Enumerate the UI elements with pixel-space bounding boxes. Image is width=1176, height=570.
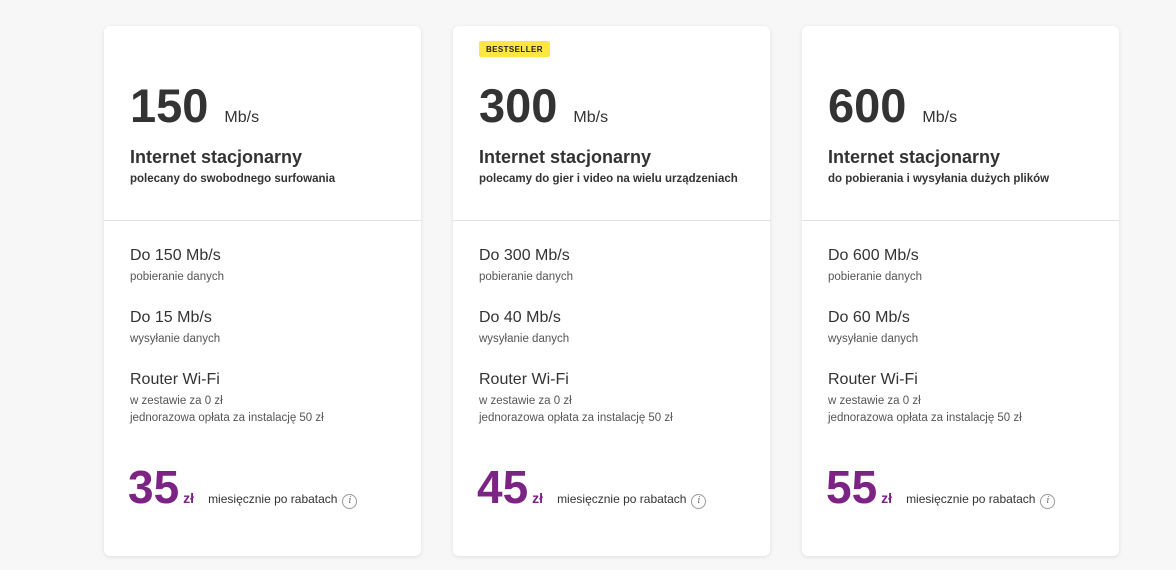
feature-sub: pobieranie danych xyxy=(828,271,922,283)
feature-label: Do 40 Mb/s xyxy=(479,309,561,326)
router-price: w zestawie za 0 zł xyxy=(828,395,921,407)
feature-label: Do 60 Mb/s xyxy=(828,309,910,326)
price-note: miesięcznie po rabatach xyxy=(208,492,338,506)
speed-value: 150 xyxy=(130,79,209,132)
installation-fee: jednorazowa opłata za instalację 50 zł xyxy=(828,412,1022,424)
info-icon[interactable]: i xyxy=(342,494,358,509)
price-row: 55 zł miesięcznie po rabatach i xyxy=(826,461,1056,513)
feature-label: Router Wi-Fi xyxy=(828,371,918,388)
price-note: miesięcznie po rabatach xyxy=(906,492,1036,506)
price-currency: zł xyxy=(881,490,893,506)
price-value: 45 xyxy=(477,461,529,513)
bestseller-badge: BESTSELLER xyxy=(479,41,550,57)
plan-card-300[interactable]: BESTSELLER 300 Mb/s Internet stacjonarny… xyxy=(453,26,770,556)
price-value: 35 xyxy=(128,461,180,513)
speed-row: 300 Mb/s xyxy=(479,82,608,129)
router-price: w zestawie za 0 zł xyxy=(479,395,572,407)
feature-sub: w zestawie za 0 zł jednorazowa opłata za… xyxy=(130,393,324,427)
plan-title: Internet stacjonarny xyxy=(479,147,652,167)
feature-router: Router Wi-Fi w zestawie za 0 zł jednoraz… xyxy=(130,371,324,427)
speed-unit: Mb/s xyxy=(573,109,609,126)
price-row: 35 zł miesięcznie po rabatach i xyxy=(128,461,358,513)
installation-fee: jednorazowa opłata za instalację 50 zł xyxy=(479,412,673,424)
price-currency: zł xyxy=(183,490,195,506)
price-row: 45 zł miesięcznie po rabatach i xyxy=(477,461,707,513)
plan-title: Internet stacjonarny xyxy=(828,147,1001,167)
feature-upload: Do 60 Mb/s wysyłanie danych xyxy=(828,309,918,348)
feature-label: Router Wi-Fi xyxy=(130,371,220,388)
feature-sub: pobieranie danych xyxy=(130,271,224,283)
speed-unit: Mb/s xyxy=(224,109,260,126)
feature-sub: wysyłanie danych xyxy=(130,333,221,345)
feature-router: Router Wi-Fi w zestawie za 0 zł jednoraz… xyxy=(479,371,673,427)
speed-value: 600 xyxy=(828,79,907,132)
info-icon[interactable]: i xyxy=(1040,494,1056,509)
feature-sub: pobieranie danych xyxy=(479,271,573,283)
feature-upload: Do 40 Mb/s wysyłanie danych xyxy=(479,309,569,348)
feature-download: Do 150 Mb/s pobieranie danych xyxy=(130,247,224,286)
feature-sub: wysyłanie danych xyxy=(828,333,919,345)
plan-card-150[interactable]: 150 Mb/s Internet stacjonarny polecany d… xyxy=(104,26,421,556)
feature-label: Do 15 Mb/s xyxy=(130,309,212,326)
feature-sub: w zestawie za 0 zł jednorazowa opłata za… xyxy=(479,393,673,427)
feature-download: Do 300 Mb/s pobieranie danych xyxy=(479,247,573,286)
feature-label: Router Wi-Fi xyxy=(479,371,569,388)
feature-label: Do 600 Mb/s xyxy=(828,247,919,264)
feature-sub: w zestawie za 0 zł jednorazowa opłata za… xyxy=(828,393,1022,427)
feature-upload: Do 15 Mb/s wysyłanie danych xyxy=(130,309,220,348)
feature-download: Do 600 Mb/s pobieranie danych xyxy=(828,247,922,286)
feature-router: Router Wi-Fi w zestawie za 0 zł jednoraz… xyxy=(828,371,1022,427)
plan-subtitle: polecany do swobodnego surfowania xyxy=(130,173,336,185)
price-note: miesięcznie po rabatach xyxy=(557,492,687,506)
speed-row: 600 Mb/s xyxy=(828,82,957,129)
router-price: w zestawie za 0 zł xyxy=(130,395,223,407)
info-icon[interactable]: i xyxy=(691,494,707,509)
feature-label: Do 300 Mb/s xyxy=(479,247,570,264)
plan-subtitle: polecamy do gier i video na wielu urządz… xyxy=(479,173,738,185)
plan-title: Internet stacjonarny xyxy=(130,147,303,167)
installation-fee: jednorazowa opłata za instalację 50 zł xyxy=(130,412,324,424)
price-currency: zł xyxy=(532,490,544,506)
divider xyxy=(104,220,421,221)
plan-card-600[interactable]: 600 Mb/s Internet stacjonarny do pobiera… xyxy=(802,26,1119,556)
divider xyxy=(453,220,770,221)
speed-row: 150 Mb/s xyxy=(130,82,259,129)
feature-label: Do 150 Mb/s xyxy=(130,247,221,264)
feature-sub: wysyłanie danych xyxy=(479,333,570,345)
speed-value: 300 xyxy=(479,79,558,132)
divider xyxy=(802,220,1119,221)
speed-unit: Mb/s xyxy=(922,109,958,126)
plan-subtitle: do pobierania i wysyłania dużych plików xyxy=(828,173,1050,185)
price-value: 55 xyxy=(826,461,878,513)
